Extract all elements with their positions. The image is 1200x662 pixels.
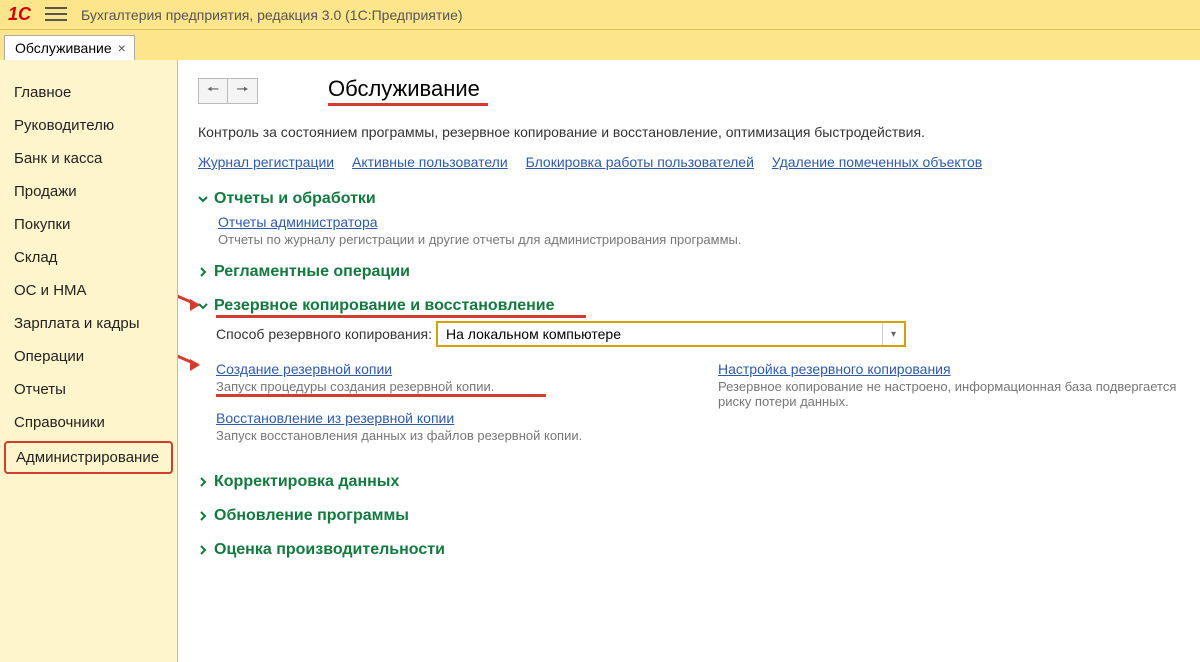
tab-label: Обслуживание (15, 40, 112, 56)
forward-button[interactable]: 🠖 (228, 78, 258, 104)
desc-admin-reports: Отчеты по журналу регистрации и другие о… (218, 232, 1180, 247)
sidebar-item-hr[interactable]: Зарплата и кадры (0, 307, 177, 340)
link-active-users[interactable]: Активные пользователи (352, 154, 508, 170)
app-title: Бухгалтерия предприятия, редакция 3.0 (1… (81, 7, 463, 23)
chevron-right-icon (198, 511, 208, 521)
chevron-right-icon (198, 477, 208, 487)
link-backup-settings[interactable]: Настройка резервного копирования (718, 361, 951, 377)
menu-icon[interactable] (45, 7, 67, 23)
chevron-down-icon (198, 301, 208, 311)
main-content: 🠔 🠖 Обслуживание Контроль за состоянием … (178, 60, 1200, 662)
link-event-log[interactable]: Журнал регистрации (198, 154, 334, 170)
chevron-down-icon (198, 194, 208, 204)
select-value: На локальном компьютере (446, 326, 621, 342)
link-block-users[interactable]: Блокировка работы пользователей (526, 154, 754, 170)
sidebar-item-bank[interactable]: Банк и касса (0, 142, 177, 175)
section-update[interactable]: Обновление программы (198, 507, 1180, 525)
section-backup[interactable]: Резервное копирование и восстановление (198, 297, 1180, 315)
desc-create-backup: Запуск процедуры создания резервной копи… (216, 379, 678, 394)
sidebar-item-sales[interactable]: Продажи (0, 175, 177, 208)
link-create-backup[interactable]: Создание резервной копии (216, 361, 392, 377)
annotation-arrow-icon (178, 349, 208, 375)
section-title: Регламентные операции (214, 263, 410, 281)
annotation-underline (328, 103, 488, 106)
section-perf[interactable]: Оценка производительности (198, 541, 1180, 559)
desc-restore-backup: Запуск восстановления данных из файлов р… (216, 428, 678, 443)
back-button[interactable]: 🠔 (198, 78, 228, 104)
link-restore-backup[interactable]: Восстановление из резервной копии (216, 410, 454, 426)
chevron-right-icon (198, 267, 208, 277)
sidebar: Главное Руководителю Банк и касса Продаж… (0, 60, 178, 662)
logo: 1C (8, 4, 31, 25)
sidebar-item-admin[interactable]: Администрирование (4, 441, 173, 474)
sidebar-item-purchases[interactable]: Покупки (0, 208, 177, 241)
top-links: Журнал регистрации Активные пользователи… (198, 154, 1180, 170)
sidebar-item-warehouse[interactable]: Склад (0, 241, 177, 274)
section-title: Отчеты и обработки (214, 190, 376, 208)
sidebar-item-main[interactable]: Главное (0, 76, 177, 109)
backup-method-label: Способ резервного копирования: (216, 326, 432, 342)
page-title: Обслуживание (328, 76, 480, 102)
section-correction[interactable]: Корректировка данных (198, 473, 1180, 491)
tab-maintenance[interactable]: Обслуживание × (4, 35, 135, 60)
sidebar-item-operations[interactable]: Операции (0, 340, 177, 373)
link-delete-marked[interactable]: Удаление помеченных объектов (772, 154, 982, 170)
section-scheduled[interactable]: Регламентные операции (198, 263, 1180, 281)
close-icon[interactable]: × (118, 40, 126, 56)
section-title: Оценка производительности (214, 541, 445, 559)
annotation-underline (216, 315, 586, 318)
sidebar-item-manager[interactable]: Руководителю (0, 109, 177, 142)
tabs-bar: Обслуживание × (0, 30, 1200, 60)
sidebar-item-reports[interactable]: Отчеты (0, 373, 177, 406)
annotation-underline (216, 394, 546, 397)
sidebar-item-assets[interactable]: ОС и НМА (0, 274, 177, 307)
section-title: Корректировка данных (214, 473, 399, 491)
page-subtitle: Контроль за состоянием программы, резерв… (198, 124, 1180, 140)
desc-backup-settings: Резервное копирование не настроено, инфо… (718, 379, 1180, 409)
section-title: Резервное копирование и восстановление (214, 297, 555, 315)
backup-method-select[interactable]: На локальном компьютере ▾ (436, 321, 906, 347)
section-title: Обновление программы (214, 507, 409, 525)
chevron-down-icon: ▾ (882, 323, 896, 345)
section-reports[interactable]: Отчеты и обработки (198, 190, 1180, 208)
chevron-right-icon (198, 545, 208, 555)
sidebar-item-catalogs[interactable]: Справочники (0, 406, 177, 439)
topbar: 1C Бухгалтерия предприятия, редакция 3.0… (0, 0, 1200, 30)
link-admin-reports[interactable]: Отчеты администратора (218, 214, 378, 230)
